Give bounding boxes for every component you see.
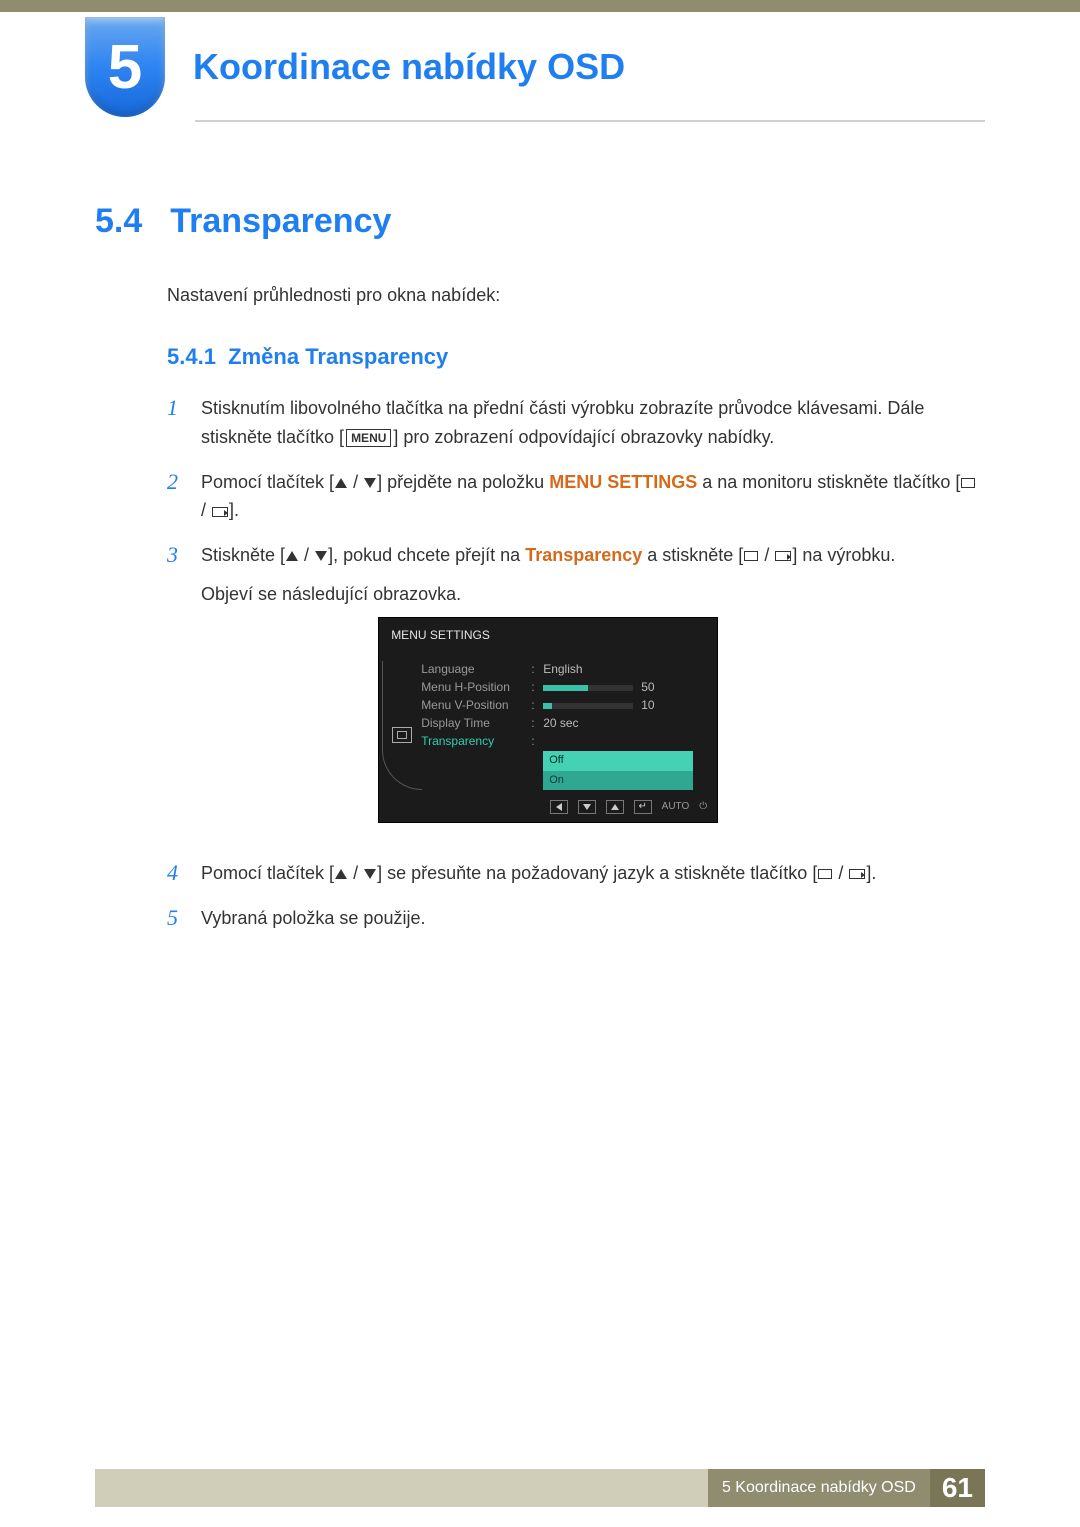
osd-slider [543,685,633,691]
step-3-note: Objeví se následující obrazovka. [201,580,895,609]
osd-transparency-dropdown: Off On [543,751,693,790]
osd-slider [543,703,633,709]
step-4: 4 Pomocí tlačítek [ / ] se přesuňte na p… [167,859,985,888]
subsection-title: Změna Transparency [228,344,448,369]
page-content: 5.4 Transparency Nastavení průhlednosti … [0,202,1080,933]
menu-settings-label: MENU SETTINGS [549,472,697,492]
step-text: Vybraná položka se použije. [201,904,425,933]
header-underline [195,120,985,122]
osd-option-on: On [543,771,693,791]
steps-list: 1 Stisknutím libovolného tlačítka na pře… [167,394,985,933]
osd-screenshot: MENU SETTINGS Language : English [378,617,718,823]
rect-enter-icon [849,869,865,879]
step-text: Pomocí tlačítek [ / ] přejděte na položk… [201,468,985,526]
section-number: 5.4 [95,202,142,241]
footer-bar-fill [95,1469,708,1507]
page-footer: 5 Koordinace nabídky OSD 61 [0,1469,1080,1507]
step-number: 5 [167,904,187,933]
osd-category-icon [392,727,412,743]
rect-icon [961,478,975,488]
section-title: Transparency [170,202,391,241]
osd-back-icon [550,800,568,814]
osd-power-icon: ⏻ [699,800,707,814]
osd-row-transparency: Transparency : [421,733,707,751]
step-1: 1 Stisknutím libovolného tlačítka na pře… [167,394,985,452]
step-number: 2 [167,468,187,526]
osd-body: Language : English Menu H-Position : 50 [379,653,717,794]
rect-icon [744,551,758,561]
chapter-header: 5 Koordinace nabídky OSD [0,12,1080,122]
osd-title: MENU SETTINGS [379,618,717,653]
osd-auto-label: AUTO [662,800,690,814]
subsection-heading: 5.4.1 Změna Transparency [167,344,985,370]
step-text: Stisknutím libovolného tlačítka na předn… [201,394,985,452]
subsection-number: 5.4.1 [167,344,216,369]
chapter-number-badge: 5 [85,17,165,117]
top-bar [0,0,1080,12]
step-number: 1 [167,394,187,452]
osd-down-icon [578,800,596,814]
osd-left-rail [389,661,415,790]
osd-row-displaytime: Display Time : 20 sec [421,715,707,733]
footer-page-number: 61 [930,1469,985,1507]
arrow-up-icon [335,478,347,488]
section-intro: Nastavení průhlednosti pro okna nabídek: [167,285,985,306]
rect-enter-icon [775,551,791,561]
osd-row-language: Language : English [421,661,707,679]
osd-row-vpos: Menu V-Position : 10 [421,697,707,715]
arrow-down-icon [364,869,376,879]
step-5: 5 Vybraná položka se použije. [167,904,985,933]
chapter-title: Koordinace nabídky OSD [193,46,625,88]
section-heading: 5.4 Transparency [95,202,985,241]
step-number: 4 [167,859,187,888]
step-2: 2 Pomocí tlačítek [ / ] přejděte na polo… [167,468,985,526]
transparency-label: Transparency [525,545,642,565]
arrow-down-icon [315,551,327,561]
osd-rows: Language : English Menu H-Position : 50 [421,661,707,790]
step-number: 3 [167,541,187,843]
arrow-up-icon [286,551,298,561]
osd-curve-line [382,661,422,790]
menu-button-label: MENU [346,429,391,447]
osd-bottom-bar: ↵ AUTO ⏻ [379,794,717,822]
step-text: Stiskněte [ / ], pokud chcete přejít na … [201,541,895,843]
osd-up-icon [606,800,624,814]
footer-chapter-label: 5 Koordinace nabídky OSD [708,1469,930,1507]
rect-icon [818,869,832,879]
step-3: 3 Stiskněte [ / ], pokud chcete přejít n… [167,541,985,843]
rect-enter-icon [212,507,228,517]
arrow-up-icon [335,869,347,879]
osd-row-hpos: Menu H-Position : 50 [421,679,707,697]
step-text: Pomocí tlačítek [ / ] se přesuňte na pož… [201,859,876,888]
osd-enter-icon: ↵ [634,800,652,814]
arrow-down-icon [364,478,376,488]
osd-option-off: Off [543,751,693,771]
